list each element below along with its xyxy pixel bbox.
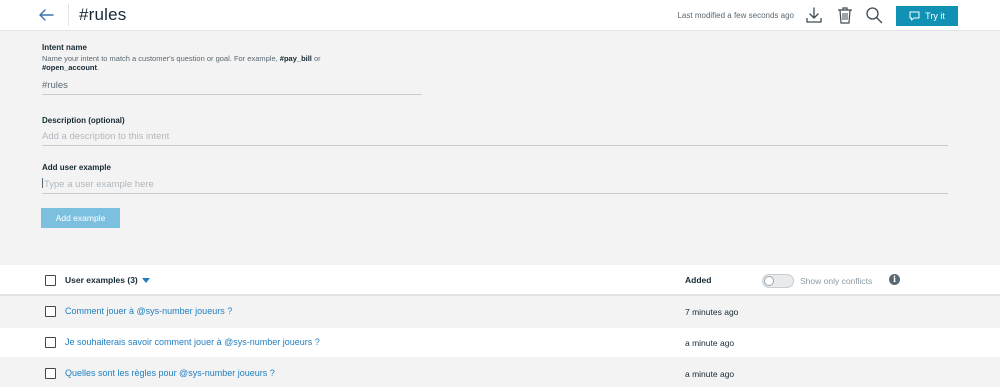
example-text[interactable]: Quelles sont les règles pour @sys-number… (65, 368, 275, 378)
user-examples-header[interactable]: User examples (3) (65, 275, 150, 285)
sort-caret-icon (141, 278, 150, 283)
user-example-label: Add user example (42, 163, 111, 172)
last-modified-text: Last modified a few seconds ago (677, 11, 794, 20)
intent-name-field[interactable]: #rules (42, 80, 422, 95)
info-icon[interactable]: i (889, 274, 900, 285)
search-icon (866, 7, 883, 24)
try-it-button[interactable]: Try it (896, 6, 958, 26)
back-button[interactable] (36, 5, 56, 25)
row-checkbox[interactable] (45, 368, 56, 379)
user-example-field[interactable]: Type a user example here (42, 178, 948, 194)
try-it-label: Try it (925, 11, 945, 21)
description-placeholder: Add a description to this intent (42, 131, 170, 142)
table-row: Quelles sont les règles pour @sys-number… (0, 359, 1000, 387)
user-examples-header-label: User examples (3) (65, 275, 138, 285)
help-period: . (97, 63, 100, 72)
search-button[interactable] (865, 6, 883, 24)
description-field[interactable]: Add a description to this intent (42, 131, 948, 146)
help-example-pay-bill: #pay_bill (279, 54, 312, 63)
added-column-header: Added (685, 275, 712, 285)
intent-name-help: Name your intent to match a customer's q… (42, 54, 362, 72)
intent-name-value: #rules (42, 80, 68, 91)
example-added: 7 minutes ago (685, 307, 739, 317)
show-conflicts-toggle[interactable] (762, 274, 794, 288)
help-example-open-account: #open_account (42, 63, 98, 72)
examples-table-header: User examples (3) Added Show only confli… (0, 265, 1000, 296)
help-or: or (311, 54, 321, 63)
description-label: Description (optional) (42, 116, 125, 125)
table-row: Comment jouer à @sys-number joueurs ? 7 … (0, 297, 1000, 326)
add-example-button[interactable]: Add example (41, 208, 120, 228)
help-text: Name your intent to match a customer's q… (42, 54, 280, 63)
chat-bubble-icon (909, 11, 920, 21)
user-example-placeholder: Type a user example here (44, 179, 154, 190)
delete-button[interactable] (836, 6, 854, 24)
header-divider (68, 4, 69, 26)
download-icon (806, 7, 822, 23)
example-added: a minute ago (685, 338, 735, 348)
example-text[interactable]: Comment jouer à @sys-number joueurs ? (65, 306, 232, 316)
text-caret (42, 178, 43, 188)
example-added: a minute ago (685, 369, 735, 379)
select-all-checkbox[interactable] (45, 275, 56, 286)
row-checkbox[interactable] (45, 337, 56, 348)
table-row: Je souhaiterais savoir comment jouer à @… (0, 328, 1000, 357)
toggle-knob (764, 276, 774, 286)
intent-name-label: Intent name (42, 43, 87, 52)
page-header: #rules Last modified a few seconds ago T… (0, 0, 1000, 31)
trash-icon (838, 7, 852, 24)
arrow-left-icon (39, 9, 54, 21)
show-conflicts-label: Show only conflicts (800, 276, 873, 286)
page-title: #rules (79, 5, 127, 24)
download-button[interactable] (805, 6, 823, 24)
example-text[interactable]: Je souhaiterais savoir comment jouer à @… (65, 337, 320, 347)
row-checkbox[interactable] (45, 306, 56, 317)
